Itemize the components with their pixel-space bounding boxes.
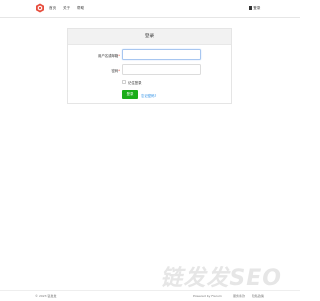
top-navbar: 首页 关于 帮助 登录 xyxy=(0,0,300,18)
password-label: 密码* xyxy=(112,68,120,73)
nav-login-link[interactable]: 登录 xyxy=(249,4,260,12)
footer-powered[interactable]: Powered by Flarum xyxy=(193,294,222,298)
login-submit-button[interactable]: 登录 xyxy=(122,90,138,99)
footer: © 2023 链发发 Powered by Flarum 服务条款 隐私政策 xyxy=(0,290,300,301)
footer-link-privacy[interactable]: 隐私政策 xyxy=(252,294,264,298)
login-card-title: 登录 xyxy=(68,29,231,45)
watermark-logo: 链发发SEO xyxy=(160,266,282,291)
nav-link-home[interactable]: 首页 xyxy=(49,4,56,12)
username-input[interactable] xyxy=(122,49,201,60)
required-mark: * xyxy=(118,53,120,58)
remember-label[interactable]: 记住登录 xyxy=(128,80,142,85)
nav-login-label: 登录 xyxy=(253,6,261,10)
required-mark: * xyxy=(118,68,120,73)
nav-link-help[interactable]: 帮助 xyxy=(77,4,84,12)
footer-link-terms[interactable]: 服务条款 xyxy=(233,294,245,298)
footer-copyright: © 2023 链发发 xyxy=(35,294,57,298)
logo-icon[interactable] xyxy=(35,3,45,13)
username-label: 用户名或邮箱* xyxy=(98,53,120,58)
remember-checkbox[interactable] xyxy=(122,80,126,84)
password-input[interactable] xyxy=(122,64,201,75)
door-icon xyxy=(249,5,252,10)
forgot-password-link[interactable]: 忘记密码? xyxy=(141,93,156,98)
username-label-text: 用户名或邮箱 xyxy=(97,53,119,58)
login-card: 登录 用户名或邮箱* 密码* 记住登录 登录 忘记密码? xyxy=(67,28,232,104)
nav-link-about[interactable]: 关于 xyxy=(63,4,70,12)
